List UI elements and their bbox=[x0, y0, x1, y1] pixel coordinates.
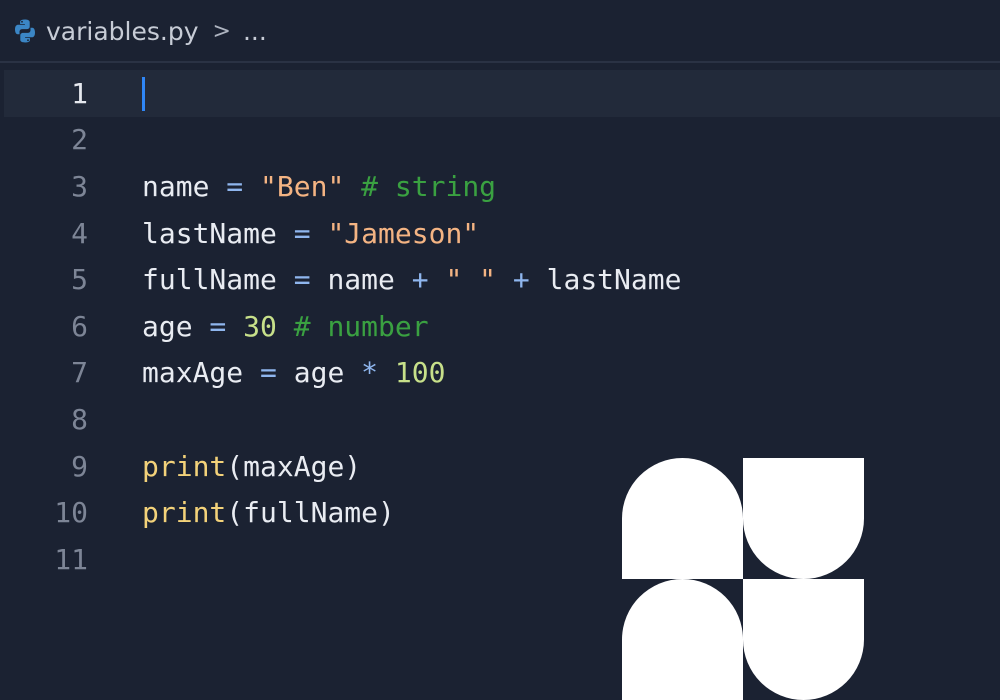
code-token: * bbox=[344, 356, 395, 390]
logo-shape-bottom-left bbox=[622, 579, 743, 700]
logo-shape-top-right bbox=[743, 458, 864, 579]
code-line[interactable]: 1 bbox=[4, 70, 1000, 117]
line-number: 4 bbox=[71, 216, 88, 250]
code-token: print bbox=[142, 496, 227, 530]
code-line[interactable]: 4 lastName = "Jameson" bbox=[0, 210, 1000, 257]
code-content[interactable]: maxAge = age * 100 bbox=[142, 356, 445, 389]
line-number: 5 bbox=[71, 263, 88, 297]
code-line[interactable]: 7 maxAge = age * 100 bbox=[0, 350, 1000, 397]
code-token: 100 bbox=[394, 356, 446, 390]
line-number: 1 bbox=[71, 76, 88, 110]
code-token: fullName bbox=[142, 263, 277, 297]
code-token: print bbox=[142, 449, 227, 483]
code-line[interactable]: 3 name = "Ben" # string bbox=[0, 163, 1000, 210]
line-number: 11 bbox=[54, 542, 88, 576]
code-token: = bbox=[192, 309, 244, 343]
breadcrumb-divider bbox=[0, 61, 1000, 63]
code-token: maxAge bbox=[142, 356, 244, 390]
code-token: # string bbox=[344, 169, 497, 203]
line-number: 9 bbox=[71, 449, 88, 483]
line-number: 10 bbox=[54, 496, 88, 530]
code-token: = bbox=[243, 356, 294, 390]
code-token: "Jameson" bbox=[327, 216, 480, 250]
code-token: (fullName) bbox=[226, 496, 395, 530]
code-editor-window: variables.py > ... 1 2 3 name = "Ben" # str… bbox=[0, 0, 1000, 700]
code-content[interactable]: print(maxAge) bbox=[142, 450, 361, 483]
code-token: 30 bbox=[243, 309, 277, 343]
code-content[interactable]: age = 30 # number bbox=[142, 310, 429, 343]
code-token: (maxAge) bbox=[226, 449, 362, 483]
code-content[interactable]: lastName = "Jameson" bbox=[142, 217, 479, 250]
code-token: name bbox=[142, 169, 210, 203]
code-token: lastName bbox=[546, 263, 682, 297]
code-token: " " bbox=[445, 263, 497, 297]
line-number: 6 bbox=[71, 309, 88, 343]
code-token: age bbox=[293, 356, 345, 390]
code-content[interactable]: print(fullName) bbox=[142, 496, 395, 529]
code-token: name bbox=[327, 263, 395, 297]
code-content[interactable]: name = "Ben" # string bbox=[142, 170, 496, 203]
code-content[interactable] bbox=[142, 76, 145, 111]
code-line[interactable]: 8 bbox=[0, 396, 1000, 443]
code-token: = bbox=[209, 169, 261, 203]
breadcrumb-separator: > bbox=[212, 18, 231, 44]
code-token: + bbox=[394, 263, 446, 297]
code-token: "Ben" bbox=[260, 169, 345, 203]
logo-shape-bottom-right bbox=[743, 579, 864, 700]
line-number: 2 bbox=[71, 123, 88, 157]
code-token: lastName bbox=[142, 216, 277, 250]
code-content[interactable]: fullName = name + " " + lastName bbox=[142, 263, 681, 296]
breadcrumb: variables.py > ... bbox=[0, 0, 1000, 62]
code-token: = bbox=[276, 263, 328, 297]
code-token: age bbox=[142, 309, 193, 343]
line-number: 8 bbox=[71, 402, 88, 436]
breadcrumb-more[interactable]: ... bbox=[243, 17, 267, 46]
code-line[interactable]: 2 bbox=[0, 117, 1000, 164]
code-token: + bbox=[496, 263, 547, 297]
line-number: 7 bbox=[71, 356, 88, 390]
logo-shape-top-left bbox=[622, 458, 743, 579]
text-cursor bbox=[142, 76, 145, 111]
breadcrumb-file-name[interactable]: variables.py bbox=[46, 17, 199, 46]
code-line[interactable]: 6 age = 30 # number bbox=[0, 303, 1000, 350]
brand-logo bbox=[622, 458, 864, 700]
code-token: # number bbox=[276, 309, 429, 343]
code-line[interactable]: 5 fullName = name + " " + lastName bbox=[0, 256, 1000, 303]
line-number: 3 bbox=[71, 169, 88, 203]
code-token: = bbox=[276, 216, 328, 250]
python-file-icon bbox=[12, 18, 38, 44]
